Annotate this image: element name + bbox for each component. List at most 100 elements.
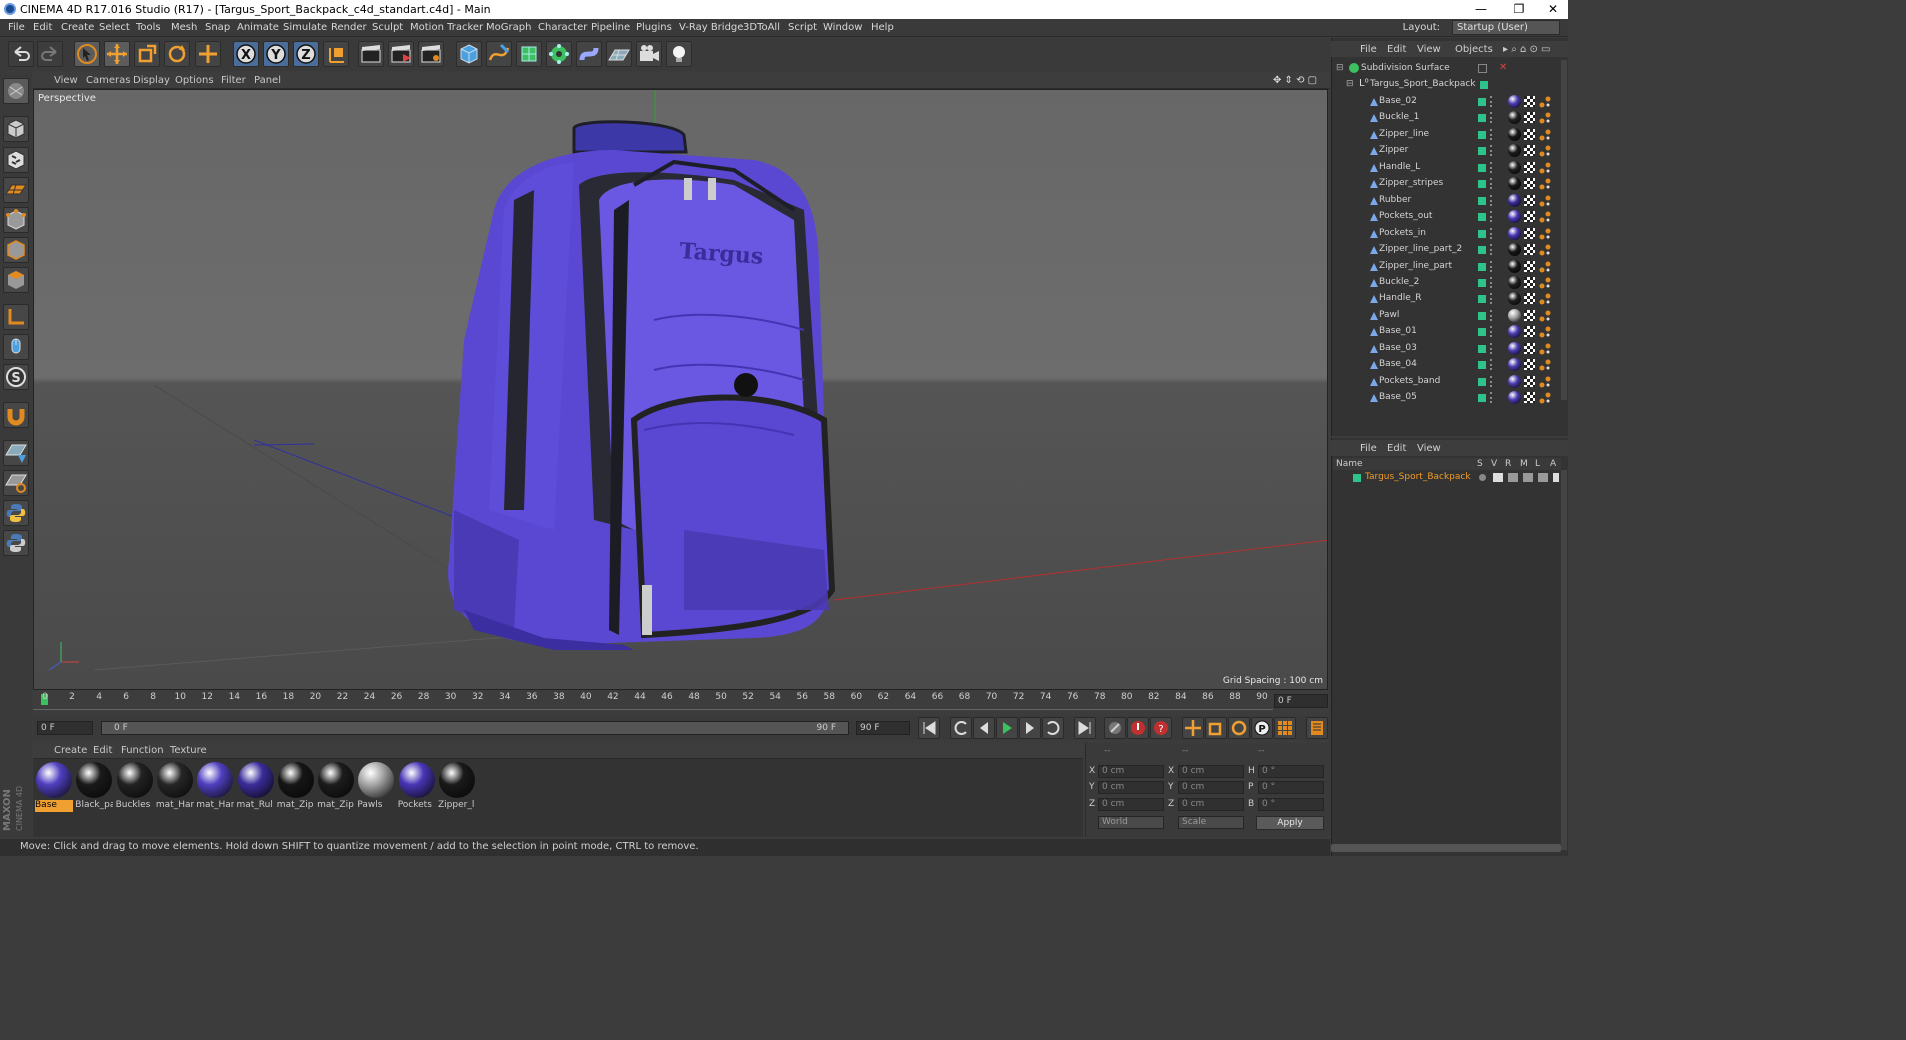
cloner-icon[interactable] [546,41,572,67]
apply-button[interactable]: Apply [1256,816,1324,830]
column-locked[interactable]: L [1535,459,1540,469]
rotate-tool-icon[interactable] [164,41,190,67]
material-swatch[interactable]: Pockets [398,762,436,812]
uvw-tag-icon[interactable] [1524,244,1535,256]
material-tag-icon[interactable] [1508,308,1521,322]
uvw-tag-icon[interactable] [1524,211,1535,223]
go-to-start-icon[interactable] [918,717,940,739]
disabled-x-icon[interactable]: ✕ [1499,62,1507,73]
subdivision-surface-icon[interactable] [516,41,542,67]
x-axis-lock-icon[interactable]: X [233,41,259,67]
menu-pipeline[interactable]: Pipeline [591,22,630,33]
visibility-dots-icon[interactable] [1490,194,1493,206]
material-menu-create[interactable]: Create [54,745,87,756]
scale-tool-icon[interactable] [134,41,160,67]
render-view-icon[interactable] [358,41,384,67]
material-tag-icon[interactable] [1508,210,1521,224]
texture-tag-icon[interactable] [1538,325,1552,339]
object-menu-objects[interactable]: Objects [1455,44,1493,55]
column-animation[interactable]: A [1550,459,1556,469]
workplane-mode-icon[interactable] [3,177,29,203]
layer-color-icon[interactable] [1478,246,1486,255]
uvw-tag-icon[interactable] [1524,178,1535,190]
layer-color-icon[interactable] [1478,180,1486,189]
points-mode-icon[interactable] [3,207,29,233]
layer-color-icon[interactable] [1478,213,1486,222]
visibility-dots-icon[interactable] [1490,112,1493,124]
object-row[interactable]: Pockets_band [1333,374,1561,390]
layer-color-swatch[interactable] [1353,474,1361,482]
object-row[interactable]: Pawl [1333,308,1561,324]
material-menu-edit[interactable]: Edit [93,745,112,756]
object-row[interactable]: Buckle_1 [1333,110,1561,126]
workplane-grid-icon[interactable] [3,440,29,466]
layer-color-icon[interactable] [1478,229,1486,238]
material-tag-icon[interactable] [1508,177,1521,191]
object-row[interactable]: Handle_L [1333,160,1561,176]
texture-tag-icon[interactable] [1538,144,1552,158]
object-menu-view[interactable]: View [1417,44,1441,55]
uvw-tag-icon[interactable] [1524,96,1535,107]
uvw-tag-icon[interactable] [1524,112,1535,124]
menu-file[interactable]: File [8,22,25,33]
texture-tag-icon[interactable] [1538,391,1552,405]
layer-color-icon[interactable] [1478,311,1486,320]
material-tag-icon[interactable] [1508,325,1521,339]
material-tag-icon[interactable] [1508,144,1521,158]
start-frame-field[interactable]: 0 F [37,721,93,735]
texture-tag-icon[interactable] [1538,128,1552,142]
material-swatch[interactable]: Zipper_l [438,762,476,812]
viewport-menu-options[interactable]: Options [175,75,214,86]
key-pla-icon[interactable] [1274,717,1296,739]
menu-script[interactable]: Script [788,22,817,33]
uvw-tag-icon[interactable] [1524,276,1535,288]
model-mode-icon[interactable] [3,116,29,142]
uvw-tag-icon[interactable] [1524,194,1535,206]
uvw-tag-icon[interactable] [1524,342,1535,354]
layer-render-icon[interactable] [1508,473,1518,482]
layer-color-icon[interactable] [1478,295,1486,304]
layer-color-icon[interactable] [1478,377,1486,386]
camera-icon[interactable] [636,41,662,67]
material-swatch[interactable]: mat_Har [196,762,234,812]
layer-color-icon[interactable] [1478,163,1486,172]
viewport-nav-icons[interactable]: ✥ ⇕ ⟲ ▢ [1273,75,1317,86]
object-row[interactable]: Zipper_line_part [1333,259,1561,275]
next-frame-icon[interactable] [1019,717,1041,739]
object-row[interactable]: Pockets_out [1333,209,1561,225]
material-swatch[interactable]: mat_Har [156,762,194,812]
texture-tag-icon[interactable] [1538,210,1552,224]
menu-motion-tracker[interactable]: Motion Tracker [410,22,483,33]
collapse-toggle-icon[interactable]: ⊟ [1346,79,1354,89]
viewport-menu-panel[interactable]: Panel [254,75,281,86]
material-menu-texture[interactable]: Texture [170,745,207,756]
material-menu-function[interactable]: Function [121,745,164,756]
object-row[interactable]: Zipper_line_part_2 [1333,242,1561,258]
visibility-dots-icon[interactable] [1490,227,1493,239]
position-z-field[interactable]: 0 cm [1098,798,1164,811]
restore-button[interactable]: ❐ [1504,1,1534,18]
menu-tools[interactable]: Tools [136,22,161,33]
material-swatch[interactable]: Buckles [116,762,154,812]
key-rotation-icon[interactable] [1228,717,1250,739]
layer-animation-icon[interactable] [1553,473,1559,482]
visibility-dots-icon[interactable] [1490,128,1493,140]
object-manager-search-icon[interactable]: ▸ ⌕ ⌂ ⊙ ▭ [1503,44,1551,55]
layer-color-icon[interactable] [1478,130,1486,139]
texture-tag-icon[interactable] [1538,375,1552,389]
move-tool-icon[interactable] [104,41,130,67]
texture-mode-icon[interactable] [3,147,29,173]
visibility-dots-icon[interactable] [1490,211,1493,223]
size-x-field[interactable]: 0 cm [1178,765,1244,778]
layer-view-icon[interactable] [1493,473,1503,482]
size-y-field[interactable]: 0 cm [1178,781,1244,794]
texture-tag-icon[interactable] [1538,194,1552,208]
visibility-green-icon[interactable] [1480,81,1488,89]
viewport-menu-filter[interactable]: Filter [221,75,246,86]
layer-color-icon[interactable] [1478,196,1486,205]
keyframe-selection-icon[interactable]: ? [1150,717,1172,739]
object-row[interactable]: Base_05 [1333,390,1561,406]
object-row[interactable]: Zipper [1333,143,1561,159]
uvw-tag-icon[interactable] [1524,375,1535,387]
viewport-menu-display[interactable]: Display [133,75,170,86]
